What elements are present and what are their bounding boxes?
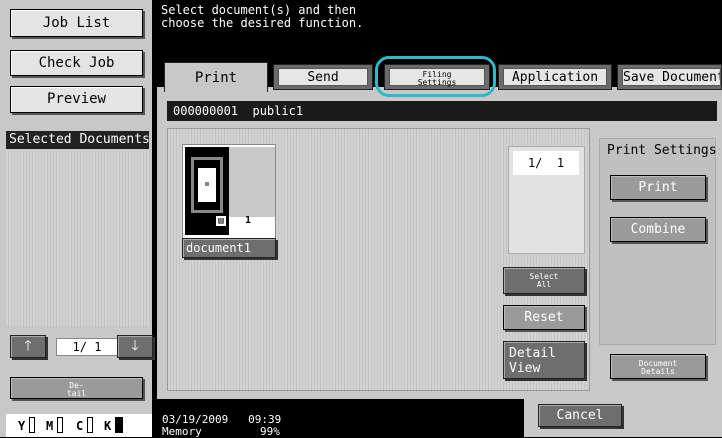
print-settings-title: Print Settings	[607, 143, 717, 158]
toner-m-label: M	[46, 419, 54, 433]
document-thumbnail[interactable]: ▤ 1	[182, 144, 276, 239]
toner-c-level	[87, 417, 93, 433]
arrow-up-icon: 🡑	[24, 338, 32, 354]
selected-documents-list	[6, 150, 149, 326]
detail-view-button[interactable]: Detail View	[503, 341, 585, 379]
tab-save-document[interactable]: Save Document	[617, 64, 722, 90]
toner-indicators: Y M C K	[6, 414, 152, 437]
header-message: Select document(s) and then choose the d…	[161, 4, 363, 30]
combine-button[interactable]: Combine	[610, 217, 706, 242]
tab-save-document-label: Save Document	[622, 68, 721, 86]
tab-send-label: Send	[278, 68, 368, 86]
cancel-button[interactable]: Cancel	[538, 404, 622, 427]
pager-display: 1/ 1	[56, 338, 118, 356]
tab-application-label: Application	[503, 68, 607, 86]
thumbnail-shade	[229, 147, 275, 217]
print-setting-button[interactable]: Print	[610, 175, 706, 200]
selected-documents-header: Selected Documents	[6, 131, 150, 149]
toner-k-label: K	[104, 419, 112, 433]
toner-y-level	[29, 417, 35, 433]
arrow-down-icon: 🡓	[131, 338, 139, 354]
job-list-button[interactable]: Job List	[10, 9, 143, 37]
detail-view-label-2: View	[509, 361, 541, 376]
document-name-button[interactable]: document1	[182, 238, 276, 258]
toner-m-level	[57, 417, 63, 433]
page-down-button[interactable]: 🡓	[117, 335, 153, 358]
detail-view-label-1: Detail	[509, 346, 556, 361]
reset-button[interactable]: Reset	[503, 305, 585, 330]
box-info-bar: 000000001 public1	[167, 101, 717, 121]
tab-application[interactable]: Application	[498, 64, 612, 90]
tab-send[interactable]: Send	[273, 64, 373, 90]
header-message-line2: choose the desired function.	[161, 16, 364, 30]
copies-icon: ▤	[215, 215, 227, 227]
toner-y-label: Y	[18, 419, 26, 433]
copies-count: 1	[245, 215, 252, 226]
tab-print[interactable]: Print	[164, 62, 268, 92]
detail-button[interactable]: De- tail	[10, 377, 143, 399]
memory-label: Memory	[162, 425, 202, 438]
check-job-button[interactable]: Check Job	[10, 50, 143, 76]
detail-label-2: tail	[66, 389, 87, 398]
document-details-label-2: Details	[641, 367, 675, 376]
document-details-button[interactable]: Document Details	[610, 354, 706, 379]
toner-c-label: C	[76, 419, 84, 433]
page-up-button[interactable]: 🡑	[10, 335, 46, 358]
page-counter: 1/ 1	[513, 151, 579, 175]
preview-button[interactable]: Preview	[10, 86, 143, 113]
memory-value: 99%	[260, 425, 280, 438]
select-all-label-2: All	[536, 280, 552, 289]
select-all-button[interactable]: Select All	[503, 267, 585, 294]
filing-settings-highlight	[375, 56, 496, 97]
toner-k-level	[115, 417, 123, 433]
